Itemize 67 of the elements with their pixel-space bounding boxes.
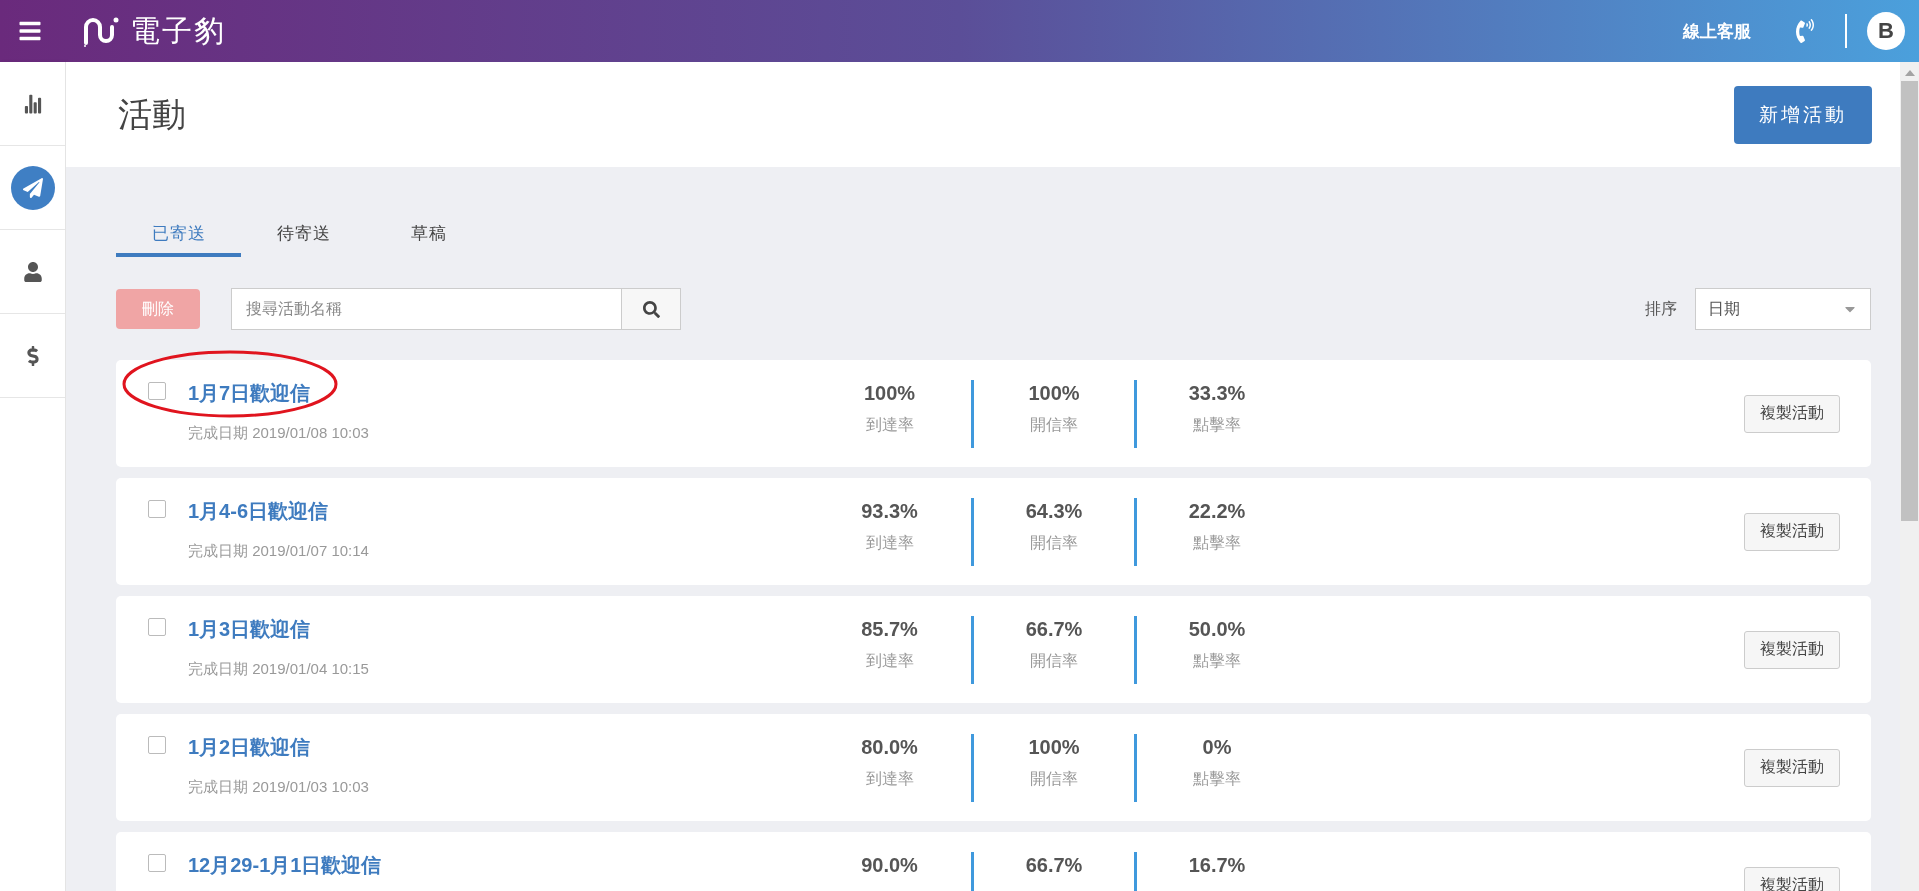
copy-campaign-button[interactable]: 複製活動 — [1744, 512, 1840, 551]
user-icon — [22, 261, 43, 282]
phone-icon[interactable] — [1793, 19, 1817, 43]
sort-label: 排序 — [1645, 298, 1677, 319]
stat-label: 開信率 — [1030, 768, 1078, 789]
stat-label: 開信率 — [1030, 650, 1078, 671]
bar-chart-icon — [22, 93, 43, 114]
stat-label: 點擊率 — [1193, 650, 1241, 671]
stat-value: 64.3% — [1025, 499, 1083, 523]
row-checkbox[interactable] — [148, 854, 166, 872]
stat-value: 66.7% — [1025, 617, 1083, 641]
sort-dropdown[interactable]: 日期 — [1695, 288, 1871, 330]
stat-value: 80.0% — [861, 735, 918, 759]
scroll-up-arrow-icon[interactable] — [1904, 70, 1915, 76]
tab[interactable]: 已寄送 — [116, 213, 241, 257]
stat-value: 22.2% — [1188, 499, 1246, 523]
search-icon — [642, 300, 660, 318]
stat-label: 到達率 — [865, 768, 914, 789]
row-checkbox[interactable] — [148, 500, 166, 518]
stat-value: 16.7% — [1188, 853, 1246, 877]
stat-label: 點擊率 — [1193, 532, 1241, 553]
campaign-name-link[interactable]: 1月7日歡迎信 — [188, 380, 369, 407]
row-checkbox[interactable] — [148, 382, 166, 400]
stat-label: 開信率 — [1030, 414, 1078, 435]
stat-label: 點擊率 — [1193, 768, 1241, 789]
sidebar-item[interactable] — [0, 230, 65, 314]
stat-value: 100% — [1028, 381, 1080, 405]
tab[interactable]: 草稿 — [366, 213, 491, 257]
completed-date: 完成日期 2019/01/07 10:14 — [188, 542, 369, 561]
row-checkbox[interactable] — [148, 618, 166, 636]
menu-icon — [18, 19, 42, 43]
campaign-name-link[interactable]: 12月29-1月1日歡迎信 — [188, 852, 382, 879]
campaign-name-link[interactable]: 1月3日歡迎信 — [188, 616, 369, 643]
stat-value: 0% — [1202, 735, 1232, 759]
stat-label: 開信率 — [1030, 532, 1078, 553]
new-campaign-button[interactable]: 新增活動 — [1734, 85, 1872, 144]
copy-campaign-button[interactable]: 複製活動 — [1744, 748, 1840, 787]
stat-label: 到達率 — [865, 414, 914, 435]
sidebar-item[interactable] — [0, 146, 65, 230]
completed-date: 完成日期 2019/01/04 10:15 — [188, 660, 369, 679]
stat-value: 90.0% — [861, 853, 918, 877]
copy-campaign-button[interactable]: 複製活動 — [1744, 394, 1840, 433]
campaign-name-link[interactable]: 1月4-6日歡迎信 — [188, 498, 369, 525]
sidebar-item[interactable] — [0, 62, 65, 146]
scrollbar-thumb[interactable] — [1901, 81, 1918, 521]
paper-plane-icon — [22, 177, 43, 198]
campaign-name-link[interactable]: 1月2日歡迎信 — [188, 734, 369, 761]
stat-value: 100% — [863, 381, 916, 405]
completed-date: 完成日期 2019/01/08 10:03 — [188, 424, 369, 443]
stat-label: 到達率 — [865, 650, 914, 671]
stat-value: 100% — [1028, 735, 1080, 759]
stat-label: 點擊率 — [1193, 414, 1241, 435]
stat-value: 66.7% — [1025, 853, 1083, 877]
copy-campaign-button[interactable]: 複製活動 — [1744, 630, 1840, 669]
row-checkbox[interactable] — [148, 736, 166, 754]
avatar-button[interactable]: B — [1867, 12, 1905, 50]
page-title: 活動 — [118, 93, 186, 135]
logo-text: 電子豹 — [130, 12, 226, 49]
stat-value: 85.7% — [861, 617, 918, 641]
completed-date: 完成日期 2019/01/03 10:03 — [188, 778, 369, 797]
search-field[interactable]: 搜尋活動名稱 — [231, 288, 621, 330]
stat-value: 93.3% — [861, 499, 918, 523]
stat-value: 50.0% — [1188, 617, 1246, 641]
stat-value: 33.3% — [1188, 381, 1246, 405]
stat-label: 到達率 — [865, 532, 914, 553]
tab[interactable]: 待寄送 — [241, 213, 366, 257]
search-button[interactable] — [621, 288, 681, 330]
